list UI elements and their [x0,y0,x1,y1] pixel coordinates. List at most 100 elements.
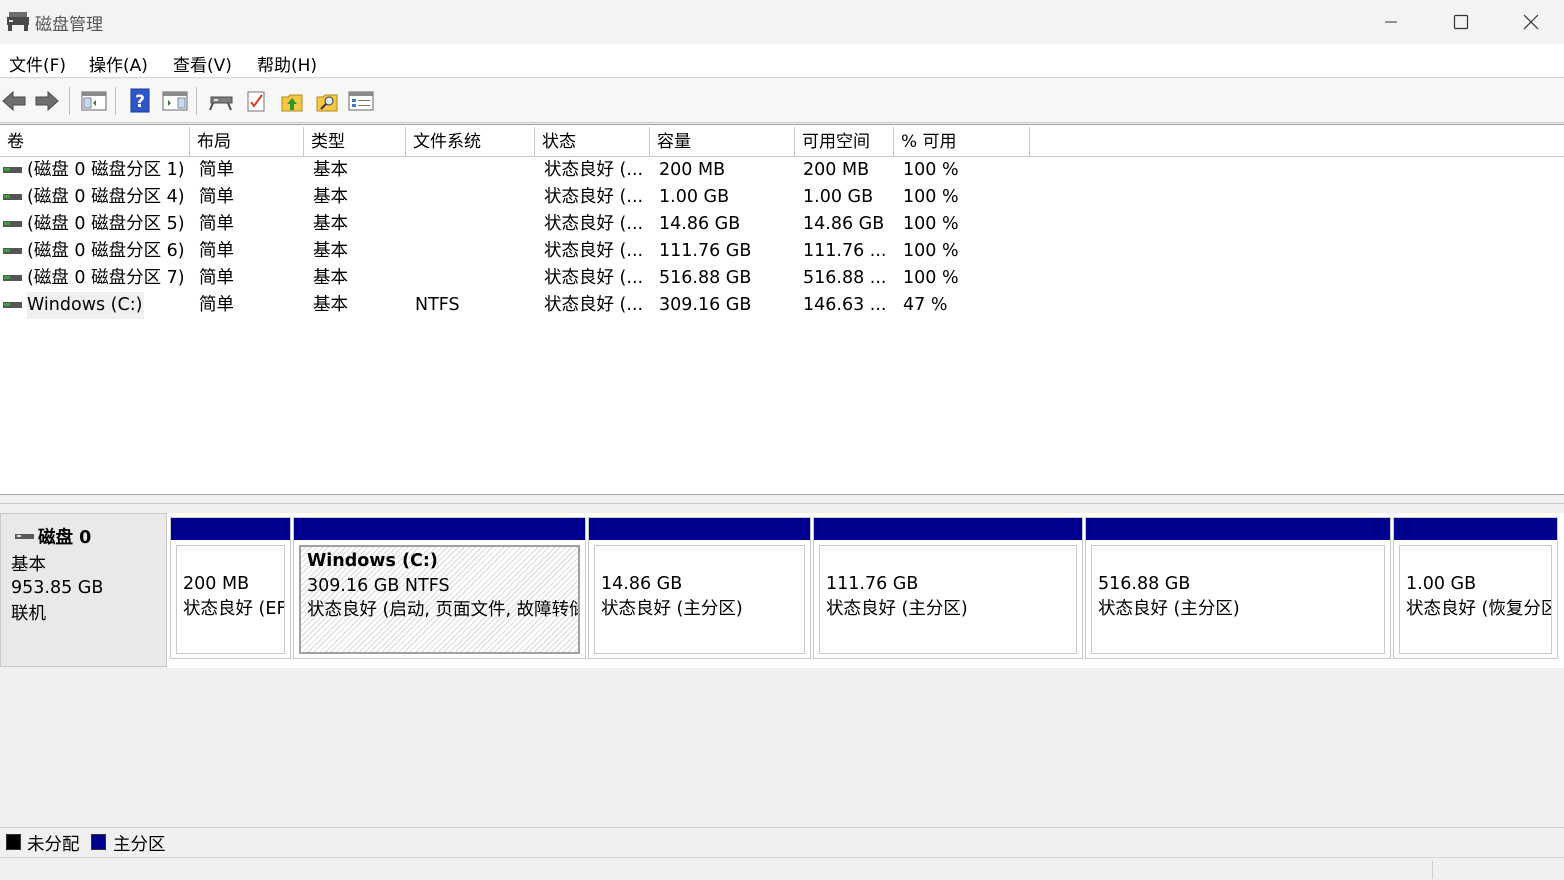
table-row[interactable]: (磁盘 0 磁盘分区 6) 简单 基本 状态良好 (... 111.76 GB 111.7… [0,238,1564,265]
partition-details: 516.88 GB 状态良好 (主分区) [1091,545,1385,654]
cell-percent-free: 100 % [903,187,959,207]
action-pane-icon [162,91,188,111]
forward-button[interactable] [33,87,61,115]
window-title: 磁盘管理 [35,15,103,35]
menu-file[interactable]: 文件(F) [9,51,66,76]
column-header-status[interactable]: 状态 [535,127,650,157]
cell-volume: (磁盘 0 磁盘分区 5) [27,214,185,234]
maximize-button[interactable] [1426,0,1496,44]
close-icon [1523,14,1539,30]
help-icon: ? [130,88,150,113]
partition-status: 状态良好 (EFI 系统分区) [183,598,284,619]
cell-free-space: 1.00 GB [803,187,874,207]
connect-disk-button[interactable] [207,87,235,115]
menu-bar: 文件(F) 操作(A) 查看(V) 帮助(H) [0,44,1564,78]
menu-view[interactable]: 查看(V) [173,51,232,76]
column-header-free-space[interactable]: 可用空间 [795,127,894,157]
primary-partition-bar [1394,518,1557,540]
cell-capacity: 309.16 GB [659,295,752,315]
cell-layout: 简单 [199,214,234,234]
column-header-volume[interactable]: 卷 [0,127,190,157]
disk-connect-icon [209,96,233,111]
cell-free-space: 111.76 ... [803,241,887,261]
cell-status: 状态良好 (... [544,241,644,261]
partition-size: 516.88 GB [1098,574,1191,594]
partition-size: 1.00 GB [1406,574,1477,594]
legend-primary-label: 主分区 [113,835,166,855]
partition-title: Windows (C:) [307,551,438,571]
column-header-capacity[interactable]: 容量 [650,127,795,157]
partition-status: 状态良好 (主分区) [1098,598,1240,619]
minimize-icon [1385,21,1397,23]
partition-efi[interactable]: 200 MB 状态良好 (EFI 系统分区) [170,517,291,659]
partition-size: 309.16 GB NTFS [307,575,450,596]
properties-button[interactable] [347,87,375,115]
cell-volume: (磁盘 0 磁盘分区 1) [27,160,185,180]
pane-splitter[interactable] [0,494,1564,504]
partition-details: 1.00 GB 状态良好 (恢复分区) [1399,545,1552,654]
table-row[interactable]: (磁盘 0 磁盘分区 1) 简单 基本 状态良好 (... 200 MB 200 MB 10… [0,157,1564,184]
rescan-button[interactable] [242,87,270,115]
cell-capacity: 14.86 GB [659,214,741,234]
title-bar: 磁盘管理 [0,0,1564,44]
show-hide-console-tree-button[interactable] [80,87,108,115]
partition-7[interactable]: 516.88 GB 状态良好 (主分区) [1085,517,1391,659]
primary-partition-bar [814,518,1082,540]
toolbar-separator [115,87,116,115]
disk-0-label[interactable]: 磁盘 0 基本 953.85 GB 联机 [0,513,167,667]
table-row[interactable]: (磁盘 0 磁盘分区 4) 简单 基本 状态良好 (... 1.00 GB 1.00 GB… [0,184,1564,211]
cell-free-space: 200 MB [803,160,870,180]
back-button[interactable] [0,87,28,115]
cell-percent-free: 100 % [903,241,959,261]
cell-status: 状态良好 (... [544,187,644,207]
cell-free-space: 516.88 ... [803,268,887,288]
column-header-filesystem[interactable]: 文件系统 [406,127,535,157]
cell-filesystem [415,265,530,292]
partition-recovery[interactable]: 1.00 GB 状态良好 (恢复分区) [1393,517,1558,659]
partition-windows-c[interactable]: Windows (C:) 309.16 GB NTFS 状态良好 (启动, 页面… [293,517,586,659]
show-hide-action-pane-button[interactable] [161,87,189,115]
cell-filesystem [415,238,530,265]
table-row[interactable]: Windows (C:) 简单 基本 NTFS 状态良好 (... 309.16 GB 14… [0,292,1564,319]
table-row[interactable]: (磁盘 0 磁盘分区 7) 简单 基本 状态良好 (... 516.88 GB 516.8… [0,265,1564,292]
maximize-icon [1453,14,1469,30]
cell-type: 基本 [313,241,348,261]
partition-details: Windows (C:) 309.16 GB NTFS 状态良好 (启动, 页面… [299,545,580,654]
table-row[interactable]: (磁盘 0 磁盘分区 5) 简单 基本 状态良好 (... 14.86 GB 14.86 … [0,211,1564,238]
status-bar [0,857,1564,880]
column-header-layout[interactable]: 布局 [190,127,304,157]
partition-5[interactable]: 14.86 GB 状态良好 (主分区) [588,517,811,659]
legend-primary-swatch [91,834,106,850]
minimize-button[interactable] [1356,0,1426,44]
cell-layout: 简单 [199,187,234,207]
volume-drive-icon [3,248,22,254]
find-button[interactable] [313,87,341,115]
toolbar-separator [196,87,197,115]
checklist-icon [247,91,265,112]
partition-status: 状态良好 (恢复分区) [1406,598,1552,619]
partition-status: 状态良好 (启动, 页面文件, 故障转储, 基本数据分区) [307,600,578,620]
help-button[interactable]: ? [126,87,154,115]
column-header-filler [1030,127,1564,157]
close-button[interactable] [1496,0,1564,44]
partition-details: 14.86 GB 状态良好 (主分区) [594,545,805,654]
menu-action[interactable]: 操作(A) [89,51,148,76]
cell-type: 基本 [313,187,348,207]
partition-6[interactable]: 111.76 GB 状态良好 (主分区) [813,517,1083,659]
partition-title [1406,548,1545,572]
cell-type: 基本 [313,295,348,315]
cell-free-space: 14.86 GB [803,214,885,234]
column-header-percent-free[interactable]: % 可用 [894,127,1030,157]
partition-title [826,548,1070,572]
menu-help[interactable]: 帮助(H) [257,51,317,76]
disk-management-app-icon [7,12,29,31]
disk-icon [15,533,34,539]
cell-volume: Windows (C:) [27,292,144,319]
partition-title [183,548,278,572]
disk-name-line: 磁盘 0 [11,524,166,549]
column-header-type[interactable]: 类型 [304,127,406,157]
disk-size: 953.85 GB [11,578,104,598]
volume-list[interactable]: 卷 布局 类型 文件系统 状态 容量 可用空间 % 可用 (磁盘 0 磁盘分区 … [0,124,1564,494]
console-tree-icon [81,91,107,111]
up-level-button[interactable] [278,87,306,115]
